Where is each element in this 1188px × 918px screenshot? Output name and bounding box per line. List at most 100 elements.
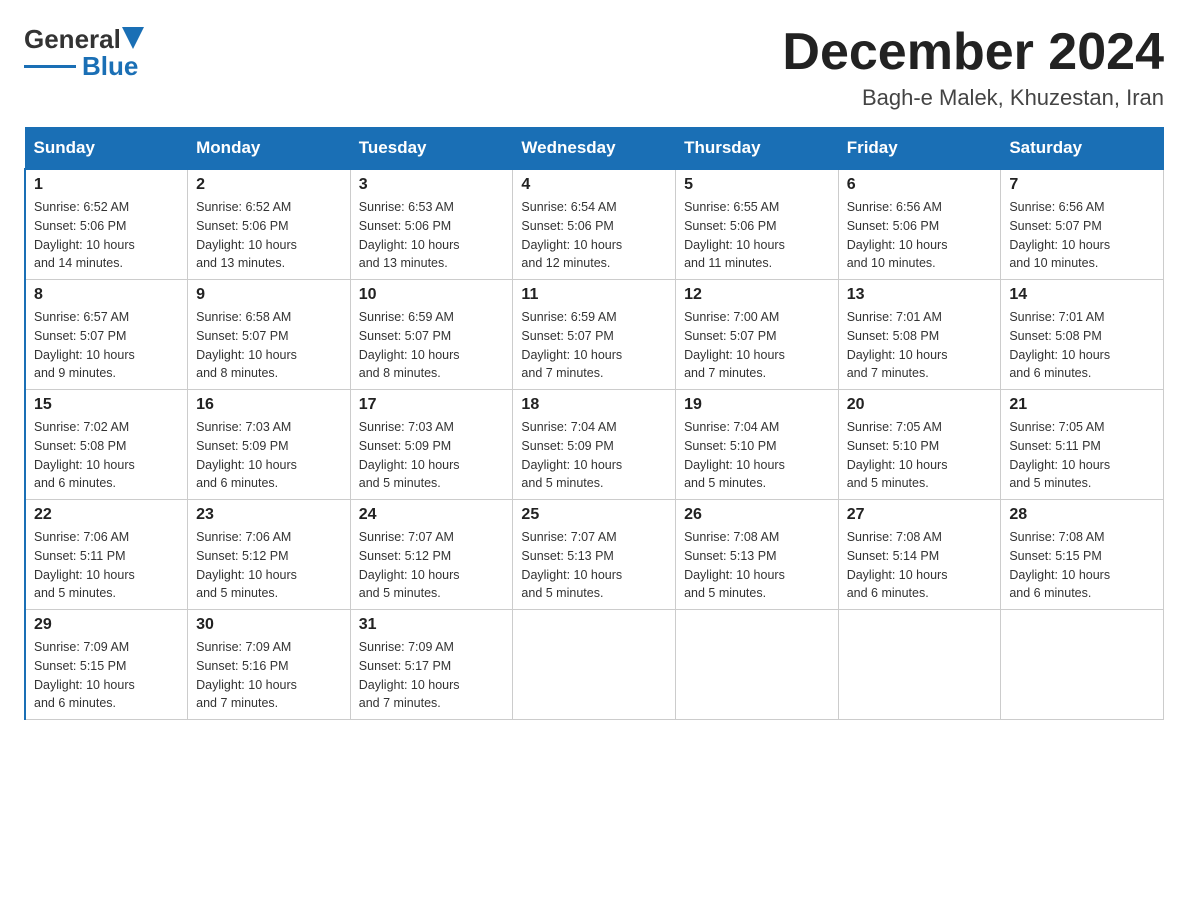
calendar-cell: 3 Sunrise: 6:53 AMSunset: 5:06 PMDayligh… bbox=[350, 169, 513, 280]
day-number: 26 bbox=[684, 506, 830, 524]
day-info: Sunrise: 7:06 AMSunset: 5:12 PMDaylight:… bbox=[196, 528, 342, 603]
day-info: Sunrise: 7:08 AMSunset: 5:13 PMDaylight:… bbox=[684, 528, 830, 603]
calendar-cell: 28 Sunrise: 7:08 AMSunset: 5:15 PMDaylig… bbox=[1001, 500, 1164, 610]
day-number: 27 bbox=[847, 506, 993, 524]
day-number: 2 bbox=[196, 176, 342, 194]
calendar-cell: 16 Sunrise: 7:03 AMSunset: 5:09 PMDaylig… bbox=[188, 390, 351, 500]
day-number: 7 bbox=[1009, 176, 1155, 194]
calendar-cell bbox=[838, 610, 1001, 720]
page-header: General Blue December 2024 Bagh-e Malek,… bbox=[24, 24, 1164, 111]
calendar-cell: 14 Sunrise: 7:01 AMSunset: 5:08 PMDaylig… bbox=[1001, 280, 1164, 390]
calendar-cell bbox=[676, 610, 839, 720]
day-number: 14 bbox=[1009, 286, 1155, 304]
day-number: 20 bbox=[847, 396, 993, 414]
calendar-cell: 25 Sunrise: 7:07 AMSunset: 5:13 PMDaylig… bbox=[513, 500, 676, 610]
day-number: 18 bbox=[521, 396, 667, 414]
calendar-cell: 10 Sunrise: 6:59 AMSunset: 5:07 PMDaylig… bbox=[350, 280, 513, 390]
col-header-tuesday: Tuesday bbox=[350, 128, 513, 170]
day-number: 11 bbox=[521, 286, 667, 304]
logo-triangle-icon bbox=[122, 27, 144, 49]
day-info: Sunrise: 6:52 AMSunset: 5:06 PMDaylight:… bbox=[196, 198, 342, 273]
month-title: December 2024 bbox=[782, 24, 1164, 81]
day-info: Sunrise: 6:59 AMSunset: 5:07 PMDaylight:… bbox=[521, 308, 667, 383]
calendar-cell bbox=[513, 610, 676, 720]
col-header-saturday: Saturday bbox=[1001, 128, 1164, 170]
day-number: 28 bbox=[1009, 506, 1155, 524]
calendar-cell: 18 Sunrise: 7:04 AMSunset: 5:09 PMDaylig… bbox=[513, 390, 676, 500]
day-info: Sunrise: 7:08 AMSunset: 5:14 PMDaylight:… bbox=[847, 528, 993, 603]
logo: General Blue bbox=[24, 24, 144, 82]
calendar-cell: 8 Sunrise: 6:57 AMSunset: 5:07 PMDayligh… bbox=[25, 280, 188, 390]
calendar-cell: 24 Sunrise: 7:07 AMSunset: 5:12 PMDaylig… bbox=[350, 500, 513, 610]
day-info: Sunrise: 7:07 AMSunset: 5:13 PMDaylight:… bbox=[521, 528, 667, 603]
day-number: 1 bbox=[34, 176, 179, 194]
day-number: 5 bbox=[684, 176, 830, 194]
day-info: Sunrise: 7:00 AMSunset: 5:07 PMDaylight:… bbox=[684, 308, 830, 383]
day-number: 6 bbox=[847, 176, 993, 194]
day-number: 25 bbox=[521, 506, 667, 524]
calendar-cell: 23 Sunrise: 7:06 AMSunset: 5:12 PMDaylig… bbox=[188, 500, 351, 610]
calendar-cell: 21 Sunrise: 7:05 AMSunset: 5:11 PMDaylig… bbox=[1001, 390, 1164, 500]
col-header-sunday: Sunday bbox=[25, 128, 188, 170]
day-number: 13 bbox=[847, 286, 993, 304]
calendar-cell: 17 Sunrise: 7:03 AMSunset: 5:09 PMDaylig… bbox=[350, 390, 513, 500]
calendar-cell: 27 Sunrise: 7:08 AMSunset: 5:14 PMDaylig… bbox=[838, 500, 1001, 610]
day-number: 10 bbox=[359, 286, 505, 304]
calendar-cell: 5 Sunrise: 6:55 AMSunset: 5:06 PMDayligh… bbox=[676, 169, 839, 280]
calendar-cell: 20 Sunrise: 7:05 AMSunset: 5:10 PMDaylig… bbox=[838, 390, 1001, 500]
calendar-cell: 11 Sunrise: 6:59 AMSunset: 5:07 PMDaylig… bbox=[513, 280, 676, 390]
day-number: 30 bbox=[196, 616, 342, 634]
day-info: Sunrise: 6:58 AMSunset: 5:07 PMDaylight:… bbox=[196, 308, 342, 383]
calendar-week-row: 8 Sunrise: 6:57 AMSunset: 5:07 PMDayligh… bbox=[25, 280, 1164, 390]
day-info: Sunrise: 6:54 AMSunset: 5:06 PMDaylight:… bbox=[521, 198, 667, 273]
day-info: Sunrise: 7:05 AMSunset: 5:10 PMDaylight:… bbox=[847, 418, 993, 493]
logo-blue-text: Blue bbox=[82, 51, 138, 82]
calendar-table: SundayMondayTuesdayWednesdayThursdayFrid… bbox=[24, 127, 1164, 720]
day-number: 23 bbox=[196, 506, 342, 524]
calendar-cell: 2 Sunrise: 6:52 AMSunset: 5:06 PMDayligh… bbox=[188, 169, 351, 280]
calendar-cell: 29 Sunrise: 7:09 AMSunset: 5:15 PMDaylig… bbox=[25, 610, 188, 720]
col-header-wednesday: Wednesday bbox=[513, 128, 676, 170]
calendar-week-row: 22 Sunrise: 7:06 AMSunset: 5:11 PMDaylig… bbox=[25, 500, 1164, 610]
day-number: 17 bbox=[359, 396, 505, 414]
day-info: Sunrise: 6:56 AMSunset: 5:06 PMDaylight:… bbox=[847, 198, 993, 273]
day-number: 31 bbox=[359, 616, 505, 634]
calendar-cell: 15 Sunrise: 7:02 AMSunset: 5:08 PMDaylig… bbox=[25, 390, 188, 500]
col-header-friday: Friday bbox=[838, 128, 1001, 170]
col-header-thursday: Thursday bbox=[676, 128, 839, 170]
day-number: 9 bbox=[196, 286, 342, 304]
calendar-cell: 26 Sunrise: 7:08 AMSunset: 5:13 PMDaylig… bbox=[676, 500, 839, 610]
location-text: Bagh-e Malek, Khuzestan, Iran bbox=[782, 85, 1164, 111]
day-number: 8 bbox=[34, 286, 179, 304]
day-number: 21 bbox=[1009, 396, 1155, 414]
day-info: Sunrise: 7:05 AMSunset: 5:11 PMDaylight:… bbox=[1009, 418, 1155, 493]
calendar-cell: 22 Sunrise: 7:06 AMSunset: 5:11 PMDaylig… bbox=[25, 500, 188, 610]
calendar-cell: 1 Sunrise: 6:52 AMSunset: 5:06 PMDayligh… bbox=[25, 169, 188, 280]
day-info: Sunrise: 6:56 AMSunset: 5:07 PMDaylight:… bbox=[1009, 198, 1155, 273]
calendar-cell: 7 Sunrise: 6:56 AMSunset: 5:07 PMDayligh… bbox=[1001, 169, 1164, 280]
calendar-cell: 12 Sunrise: 7:00 AMSunset: 5:07 PMDaylig… bbox=[676, 280, 839, 390]
day-info: Sunrise: 6:57 AMSunset: 5:07 PMDaylight:… bbox=[34, 308, 179, 383]
calendar-week-row: 15 Sunrise: 7:02 AMSunset: 5:08 PMDaylig… bbox=[25, 390, 1164, 500]
calendar-cell: 30 Sunrise: 7:09 AMSunset: 5:16 PMDaylig… bbox=[188, 610, 351, 720]
day-info: Sunrise: 7:04 AMSunset: 5:09 PMDaylight:… bbox=[521, 418, 667, 493]
calendar-cell: 31 Sunrise: 7:09 AMSunset: 5:17 PMDaylig… bbox=[350, 610, 513, 720]
day-number: 16 bbox=[196, 396, 342, 414]
calendar-header-row: SundayMondayTuesdayWednesdayThursdayFrid… bbox=[25, 128, 1164, 170]
day-number: 4 bbox=[521, 176, 667, 194]
day-number: 24 bbox=[359, 506, 505, 524]
day-info: Sunrise: 7:03 AMSunset: 5:09 PMDaylight:… bbox=[359, 418, 505, 493]
calendar-week-row: 29 Sunrise: 7:09 AMSunset: 5:15 PMDaylig… bbox=[25, 610, 1164, 720]
calendar-cell bbox=[1001, 610, 1164, 720]
day-info: Sunrise: 7:03 AMSunset: 5:09 PMDaylight:… bbox=[196, 418, 342, 493]
title-block: December 2024 Bagh-e Malek, Khuzestan, I… bbox=[782, 24, 1164, 111]
logo-underline bbox=[24, 65, 76, 68]
day-number: 19 bbox=[684, 396, 830, 414]
calendar-cell: 19 Sunrise: 7:04 AMSunset: 5:10 PMDaylig… bbox=[676, 390, 839, 500]
day-info: Sunrise: 7:08 AMSunset: 5:15 PMDaylight:… bbox=[1009, 528, 1155, 603]
day-info: Sunrise: 7:09 AMSunset: 5:17 PMDaylight:… bbox=[359, 638, 505, 713]
day-info: Sunrise: 7:06 AMSunset: 5:11 PMDaylight:… bbox=[34, 528, 179, 603]
day-info: Sunrise: 7:01 AMSunset: 5:08 PMDaylight:… bbox=[847, 308, 993, 383]
calendar-cell: 9 Sunrise: 6:58 AMSunset: 5:07 PMDayligh… bbox=[188, 280, 351, 390]
day-number: 22 bbox=[34, 506, 179, 524]
